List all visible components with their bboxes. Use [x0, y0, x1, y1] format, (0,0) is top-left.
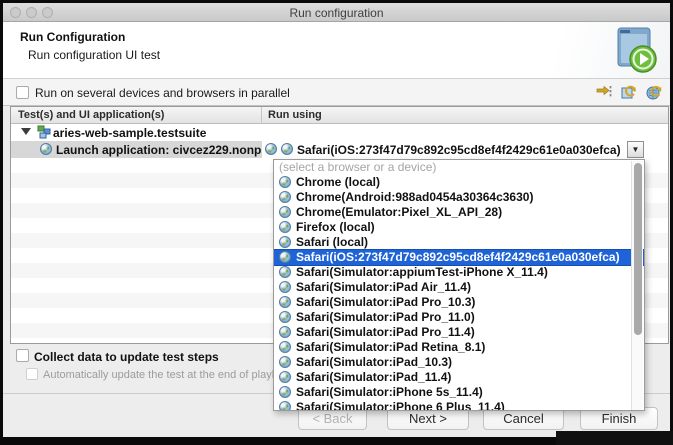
chevron-down-icon[interactable] — [21, 128, 31, 135]
table-row-testsuite[interactable]: aries-web-sample.testsuite — [11, 124, 668, 141]
globe-icon — [281, 143, 293, 155]
dropdown-option-label: Chrome (local) — [296, 175, 381, 189]
globe-icon — [279, 401, 291, 410]
globe-icon — [279, 386, 291, 398]
dropdown-option-label: Safari(Simulator:iPad Pro_11.0) — [296, 310, 475, 324]
column-divider[interactable] — [261, 107, 262, 124]
background-window-edge — [556, 431, 673, 445]
dropdown-option-label: Safari(Simulator:iPad Air_11.4) — [296, 280, 471, 294]
refresh-browser-icon[interactable] — [646, 84, 662, 100]
auto-update-label: Automatically update the test at the end… — [43, 369, 295, 381]
collect-data-label: Collect data to update test steps — [34, 350, 219, 364]
toolbar-icons — [596, 84, 662, 100]
dropdown-option[interactable]: Safari (local) — [274, 235, 644, 250]
globe-icon — [40, 143, 52, 155]
combobox-dropdown-button[interactable]: ▼ — [627, 141, 644, 158]
globe-icon — [279, 296, 291, 308]
dropdown-option-label: Safari(Simulator:appiumTest-iPhone X_11.… — [296, 265, 548, 279]
dropdown-option[interactable]: Safari(Simulator:appiumTest-iPhone X_11.… — [274, 265, 644, 280]
dropdown-option-label: Safari (local) — [296, 235, 369, 249]
globe-icon — [279, 356, 291, 368]
dropdown-option-label: Safari(iOS:273f47d79c892c95cd8ef4f2429c6… — [296, 250, 620, 264]
dropdown-option[interactable]: Safari(Simulator:iPad_10.3) — [274, 355, 644, 370]
browser-device-dropdown-list: (select a browser or a device) Chrome (lo… — [273, 159, 645, 411]
dropdown-option[interactable]: Safari(Simulator:iPad Air_11.4) — [274, 280, 644, 295]
dropdown-items: (select a browser or a device) Chrome (lo… — [274, 160, 644, 411]
dropdown-option-label: Chrome(Android:988ad0454a30364c3630) — [296, 190, 534, 204]
dropdown-option[interactable]: Firefox (local) — [274, 220, 644, 235]
globe-icon — [279, 326, 291, 338]
testsuite-label: aries-web-sample.testsuite — [53, 126, 207, 140]
launch-application-label: Launch application: civcez229.nonpr... — [56, 143, 261, 157]
dropdown-option[interactable]: Safari(Simulator:iPad Pro_10.3) — [274, 295, 644, 310]
dropdown-option[interactable]: Safari(Simulator:iPhone 6 Plus_11.4) — [274, 400, 644, 411]
table-header: Test(s) and UI application(s) Run using — [11, 107, 668, 124]
globe-icon — [265, 143, 277, 155]
table-row-launch-application[interactable]: Launch application: civcez229.nonpr... S… — [11, 141, 668, 158]
parallel-checkbox-label: Run on several devices and browsers in p… — [35, 86, 290, 100]
parallel-options-bar: Run on several devices and browsers in p… — [3, 79, 670, 106]
dropdown-option[interactable]: Safari(Simulator:iPad Pro_11.0) — [274, 310, 644, 325]
globe-icon — [279, 281, 291, 293]
globe-icon — [279, 251, 291, 263]
column-header-tests[interactable]: Test(s) and UI application(s) — [18, 109, 164, 121]
globe-icon — [279, 371, 291, 383]
globe-icon — [279, 341, 291, 353]
run-using-combobox[interactable]: Safari(iOS:273f47d79c892c95cd8ef4f2429c6… — [262, 141, 668, 158]
dropdown-option-label: Safari(Simulator:iPad Pro_11.4) — [296, 325, 475, 339]
dropdown-option-label: Safari(Simulator:iPad Pro_10.3) — [296, 295, 476, 309]
dropdown-option[interactable]: Safari(Simulator:iPad Retina_8.1) — [274, 340, 644, 355]
dropdown-option[interactable]: Safari(iOS:273f47d79c892c95cd8ef4f2429c6… — [274, 249, 644, 266]
sync-arrows-icon[interactable] — [596, 85, 612, 100]
dropdown-option-label: Firefox (local) — [296, 220, 375, 234]
dropdown-option-label: Safari(Simulator:iPad Retina_8.1) — [296, 340, 486, 354]
wizard-header: Run Configuration Run configuration UI t… — [3, 22, 670, 79]
globe-icon — [279, 311, 291, 323]
auto-update-checkbox[interactable] — [26, 368, 38, 380]
dropdown-option-label: Safari(Simulator:iPad_11.4) — [296, 370, 452, 384]
dropdown-option-label: Safari(Simulator:iPhone 5s_11.4) — [296, 385, 483, 399]
run-wizard-icon — [612, 26, 658, 74]
dropdown-option-label: Safari(Simulator:iPhone 6 Plus_11.4) — [296, 400, 505, 411]
window-title: Run configuration — [289, 6, 384, 20]
dropdown-option[interactable]: Chrome(Android:988ad0454a30364c3630) — [274, 190, 644, 205]
globe-icon — [279, 236, 291, 248]
titlebar: Run configuration — [3, 3, 670, 22]
dropdown-placeholder-option[interactable]: (select a browser or a device) — [274, 160, 644, 175]
run-configuration-dialog: Run configuration Run Configuration Run … — [3, 3, 670, 437]
dropdown-option[interactable]: Safari(Simulator:iPad Pro_11.4) — [274, 325, 644, 340]
dropdown-option[interactable]: Safari(Simulator:iPhone 5s_11.4) — [274, 385, 644, 400]
testsuite-icon — [37, 125, 51, 139]
dropdown-option[interactable]: Safari(Simulator:iPad_11.4) — [274, 370, 644, 385]
collect-data-checkbox[interactable] — [16, 349, 29, 362]
dropdown-option[interactable]: Chrome (local) — [274, 175, 644, 190]
parallel-checkbox[interactable] — [16, 86, 29, 99]
globe-icon — [279, 191, 291, 203]
page-subtitle: Run configuration UI test — [28, 48, 161, 62]
dropdown-option-label: Safari(Simulator:iPad_10.3) — [296, 355, 453, 369]
dropdown-scrollbar[interactable] — [631, 161, 643, 410]
globe-icon — [279, 176, 291, 188]
page-title: Run Configuration — [20, 30, 126, 44]
column-header-run-using[interactable]: Run using — [268, 109, 322, 121]
dropdown-option-label: (select a browser or a device) — [279, 160, 437, 174]
dropdown-option[interactable]: Chrome(Emulator:Pixel_XL_API_28) — [274, 205, 644, 220]
dropdown-option-label: Chrome(Emulator:Pixel_XL_API_28) — [296, 205, 503, 219]
globe-icon — [279, 221, 291, 233]
globe-icon — [279, 266, 291, 278]
globe-icon — [279, 206, 291, 218]
refresh-application-icon[interactable] — [621, 84, 637, 100]
scrollbar-thumb[interactable] — [634, 163, 642, 335]
combobox-value: Safari(iOS:273f47d79c892c95cd8ef4f2429c6… — [297, 143, 621, 157]
